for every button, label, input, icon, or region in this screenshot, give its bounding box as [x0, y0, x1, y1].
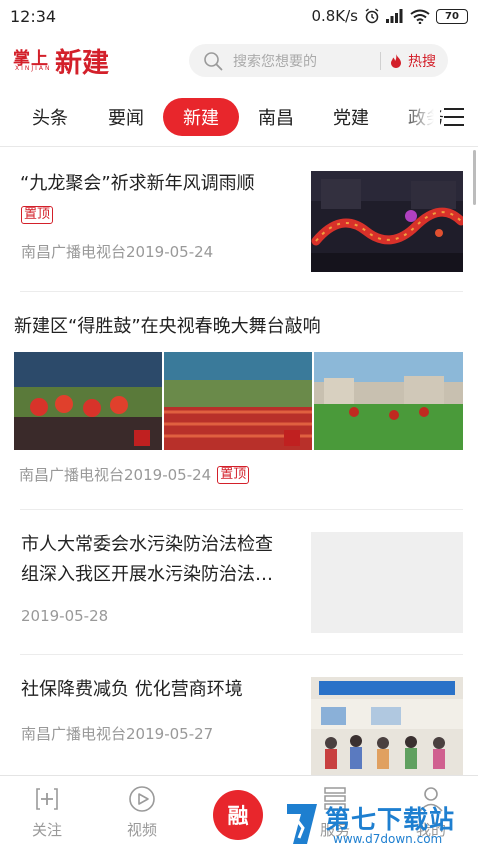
search-divider	[380, 51, 381, 70]
news-source: 南昌广播电视台	[21, 725, 127, 743]
hot-search-button[interactable]: 热搜	[389, 51, 436, 71]
news-item[interactable]: 社保降费减负 优化营商环境 南昌广播电视台2019-05-27	[0, 655, 478, 775]
nav-video-label: 视频	[126, 821, 157, 839]
news-date: 2019-05-24	[126, 243, 214, 261]
app-header: 掌上 新建 XINJIAN 搜索您想要的 热搜	[0, 38, 478, 84]
watermark-logo-icon	[287, 804, 317, 844]
tab-dangjian[interactable]: 党建	[330, 98, 372, 136]
news-thumbnail[interactable]	[164, 352, 312, 450]
tab-xinjian[interactable]: 新建	[163, 98, 239, 136]
tab-toutiao[interactable]: 头条	[29, 98, 71, 136]
watermark-text: 第七下载站	[325, 805, 456, 834]
logo-sub-text: XINJIAN	[15, 65, 52, 72]
watermark-url: www.d7down.com	[333, 832, 443, 846]
pinned-badge: 置顶	[21, 203, 54, 224]
news-date: 2019-05-27	[126, 725, 214, 743]
news-thumbnail[interactable]	[314, 352, 463, 450]
status-bar: 12:34 0.8K/s 70	[0, 0, 478, 32]
menu-icon[interactable]	[441, 104, 467, 130]
news-title: “九龙聚会”祈求新年风调雨顺	[20, 173, 255, 194]
news-meta: 南昌广播电视台2019-05-24 置顶	[19, 464, 250, 485]
news-source: 南昌广播电视台	[21, 243, 127, 261]
status-right: 0.8K/s 70	[311, 7, 468, 25]
nav-center-button[interactable]: 融	[213, 790, 263, 840]
battery-indicator: 70	[436, 8, 468, 24]
logo-big-text: 新建	[55, 48, 109, 79]
news-thumbnail[interactable]	[311, 677, 463, 775]
follow-icon	[36, 788, 58, 810]
news-thumbnail[interactable]	[311, 171, 463, 272]
news-item[interactable]: “九龙聚会”祈求新年风调雨顺 置顶 南昌广播电视台2019-05-24	[0, 147, 478, 292]
status-time: 12:34	[10, 6, 57, 26]
news-date: 2019-05-24	[124, 466, 212, 484]
signal-icon	[386, 9, 403, 23]
app-logo[interactable]: 掌上 新建 XINJIAN	[13, 42, 121, 82]
news-title: 社保降费减负 优化营商环境	[21, 679, 243, 700]
news-thumbnail[interactable]	[14, 352, 162, 450]
news-item[interactable]: 新建区“得胜鼓”在央视春晚大舞台敲响 南昌广播电视台2019-05-24 置顶	[0, 292, 478, 510]
news-title: 市人大常委会水污染防治法检查 组深入我区开展水污染防治法…	[21, 530, 306, 590]
news-source: 南昌广播电视台	[19, 466, 125, 484]
news-title: 新建区“得胜鼓”在央视春晚大舞台敲响	[14, 316, 321, 337]
news-item[interactable]: 市人大常委会水污染防治法检查 组深入我区开展水污染防治法… 2019-05-28	[0, 510, 478, 655]
search-placeholder[interactable]: 搜索您想要的	[233, 51, 380, 71]
play-icon	[129, 786, 155, 812]
news-feed[interactable]: “九龙聚会”祈求新年风调雨顺 置顶 南昌广播电视台2019-05-24 新建区“…	[0, 147, 478, 775]
tabs-fade-overlay	[400, 98, 440, 138]
category-tabs: 头条 要闻 新建 南昌 党建 政务	[0, 98, 478, 138]
search-bar[interactable]: 搜索您想要的 热搜	[189, 44, 448, 77]
news-date: 2019-05-28	[21, 607, 109, 625]
news-title-line2: 组深入我区开展水污染防治法…	[21, 564, 273, 585]
pinned-badge: 置顶	[217, 465, 250, 484]
tab-yaowen[interactable]: 要闻	[105, 98, 147, 136]
nav-video[interactable]: 视频	[112, 784, 172, 840]
watermark: 第七下载站 www.d7down.com	[283, 798, 473, 850]
news-meta: 南昌广播电视台2019-05-27	[21, 723, 213, 744]
nav-follow[interactable]: 关注	[17, 784, 77, 840]
tab-nanchang[interactable]: 南昌	[255, 98, 297, 136]
wifi-icon	[410, 9, 430, 24]
flame-icon	[391, 53, 401, 68]
network-speed: 0.8K/s	[311, 7, 358, 25]
hot-search-label: 热搜	[408, 53, 436, 70]
nav-follow-label: 关注	[31, 821, 62, 839]
feed-scrollbar[interactable]	[473, 150, 476, 205]
alarm-icon	[365, 8, 379, 24]
news-title-line1: 市人大常委会水污染防治法检查	[21, 534, 273, 555]
search-icon	[204, 51, 223, 70]
news-thumbnail-placeholder[interactable]	[311, 532, 463, 633]
news-meta: 南昌广播电视台2019-05-24	[21, 241, 213, 262]
